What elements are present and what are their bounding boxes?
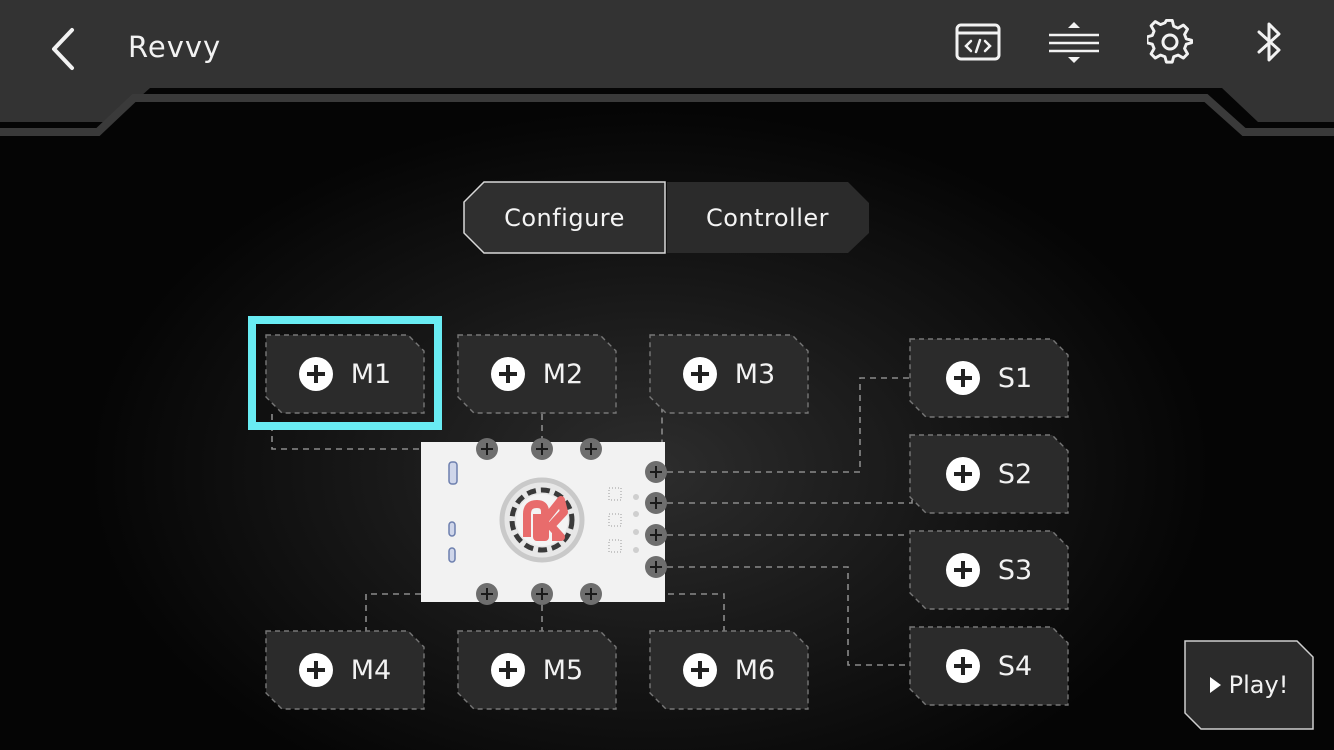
play-button[interactable]: Play! (1184, 640, 1314, 730)
port-label: M3 (734, 358, 776, 390)
add-icon (945, 553, 980, 587)
port-label: S2 (997, 458, 1033, 490)
connector-s2[interactable] (645, 492, 667, 514)
add-icon (945, 649, 980, 683)
port-label: S1 (997, 362, 1033, 394)
port-label: S3 (997, 554, 1033, 586)
add-icon (945, 361, 980, 395)
connector-m6[interactable] (580, 583, 602, 605)
add-icon (682, 357, 717, 391)
add-icon (490, 357, 525, 391)
connector-m3[interactable] (580, 438, 602, 460)
add-icon (298, 357, 333, 391)
motor-port-m2[interactable]: M2 (457, 334, 617, 414)
add-icon (298, 653, 333, 687)
port-label: M1 (350, 358, 392, 390)
sensor-port-s3[interactable]: S3 (909, 530, 1069, 610)
add-icon (682, 653, 717, 687)
motor-port-m1[interactable]: M1 (265, 334, 425, 414)
play-icon (1209, 677, 1221, 693)
sensor-port-s1[interactable]: S1 (909, 338, 1069, 418)
sensor-port-s4[interactable]: S4 (909, 626, 1069, 706)
port-label: S4 (997, 650, 1033, 682)
port-label: M4 (350, 654, 392, 686)
port-label: M6 (734, 654, 776, 686)
connector-m5[interactable] (531, 583, 553, 605)
connector-s3[interactable] (645, 524, 667, 546)
motor-port-m5[interactable]: M5 (457, 630, 617, 710)
add-icon (490, 653, 525, 687)
motor-port-m3[interactable]: M3 (649, 334, 809, 414)
port-label: M5 (542, 654, 584, 686)
brain-board-graphic (448, 461, 639, 563)
motor-port-m6[interactable]: M6 (649, 630, 809, 710)
connector-s4[interactable] (645, 556, 667, 578)
sensor-port-s2[interactable]: S2 (909, 434, 1069, 514)
add-icon (945, 457, 980, 491)
connector-m4[interactable] (476, 583, 498, 605)
app-screen: Revvy Configure Controller M1 M2 M3 M4 M… (0, 0, 1334, 750)
brain-board (421, 442, 665, 602)
play-label: Play! (1228, 671, 1289, 699)
connector-m1[interactable] (476, 438, 498, 460)
connector-m2[interactable] (531, 438, 553, 460)
motor-port-m4[interactable]: M4 (265, 630, 425, 710)
connector-s1[interactable] (645, 461, 667, 483)
port-label: M2 (542, 358, 584, 390)
